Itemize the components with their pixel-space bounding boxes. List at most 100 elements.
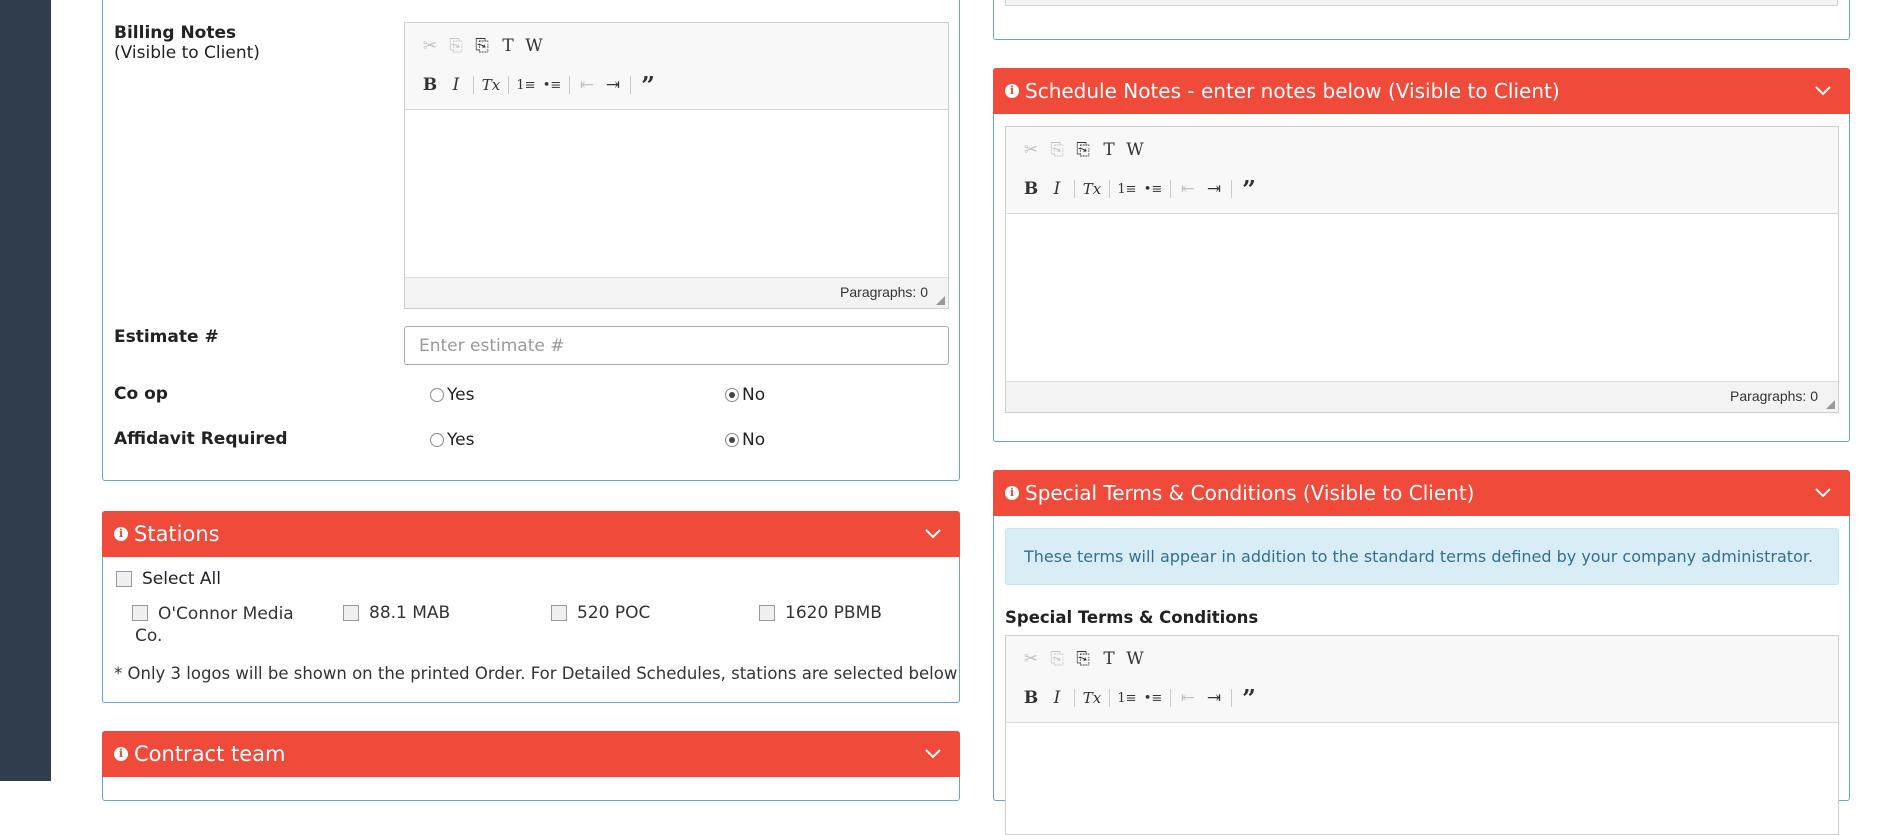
toolbar-separator [1231, 180, 1232, 198]
special-terms-panel: i Special Terms & Conditions (Visible to… [993, 470, 1850, 835]
numbered-list-icon[interactable]: 1≡ [1114, 177, 1140, 201]
blockquote-icon[interactable]: ” [1236, 684, 1262, 713]
affidavit-label: Affidavit Required [114, 429, 288, 449]
toolbar-row-clipboard: ✂ ⎘ ⎘ T W [1018, 647, 1148, 671]
indent-icon[interactable]: ⇥ [600, 73, 626, 97]
outdent-icon[interactable]: ⇤ [1175, 686, 1201, 710]
italic-icon[interactable]: I [1044, 177, 1070, 201]
italic-icon[interactable]: I [1044, 686, 1070, 710]
toolbar-row-format: B I Tx 1≡ •≡ ⇤ ⇥ ” [417, 71, 661, 100]
billing-notes-sublabel: (Visible to Client) [114, 43, 260, 63]
toolbar-separator [569, 76, 570, 94]
toolbar-separator [1109, 180, 1110, 198]
contract-team-panel: i Contract team [102, 731, 960, 801]
radio-circle [430, 388, 444, 402]
coop-yes-label: Yes [447, 385, 475, 405]
billing-notes-label-text: Billing Notes [114, 23, 237, 43]
paste-word-icon[interactable]: W [1122, 138, 1148, 162]
numbered-list-icon[interactable]: 1≡ [1114, 686, 1140, 710]
billing-notes-label: Billing Notes (Visible to Client) [114, 23, 260, 63]
paste-word-icon[interactable]: W [1122, 647, 1148, 671]
bulleted-list-icon[interactable]: •≡ [1140, 177, 1166, 201]
paste-icon[interactable]: ⎘ [1070, 138, 1096, 162]
toolbar-separator [508, 76, 509, 94]
affidavit-yes-radio[interactable]: Yes [430, 430, 474, 450]
bulleted-list-icon[interactable]: •≡ [539, 73, 565, 97]
app-sidebar [0, 0, 51, 781]
blockquote-icon[interactable]: ” [635, 71, 661, 100]
toolbar-separator [1231, 689, 1232, 707]
schedule-notes-header[interactable]: i Schedule Notes - enter notes below (Vi… [993, 68, 1850, 114]
cut-icon[interactable]: ✂ [417, 34, 443, 58]
station-item[interactable]: 520 POC [551, 603, 650, 623]
station-item[interactable]: O'Connor Media Co. [132, 603, 302, 647]
toolbar-separator [1074, 689, 1075, 707]
station-item[interactable]: 1620 PBMB [759, 603, 882, 623]
paragraph-count: Paragraphs: 0 [840, 284, 928, 300]
paste-text-icon[interactable]: T [1096, 647, 1122, 671]
chevron-down-icon[interactable] [1814, 485, 1832, 499]
cut-icon[interactable]: ✂ [1018, 138, 1044, 162]
special-terms-info-alert: These terms will appear in addition to t… [1005, 528, 1839, 585]
bold-icon[interactable]: B [1018, 177, 1044, 201]
checkbox-box [759, 605, 775, 621]
contract-team-header[interactable]: i Contract team [102, 731, 960, 777]
schedule-notes-editor[interactable]: ✂ ⎘ ⎘ T W B I Tx 1≡ •≡ ⇤ ⇥ ” Paragraphs:… [1005, 126, 1839, 413]
info-icon: i [114, 747, 128, 761]
copy-icon[interactable]: ⎘ [443, 34, 469, 58]
toolbar-separator [473, 76, 474, 94]
station-item[interactable]: 88.1 MAB [343, 603, 450, 623]
resize-grip-icon[interactable] [1826, 400, 1835, 409]
paste-text-icon[interactable]: T [495, 34, 521, 58]
paste-word-icon[interactable]: W [521, 34, 547, 58]
chevron-down-icon[interactable] [924, 746, 942, 760]
billing-notes-editor[interactable]: ✂ ⎘ ⎘ T W B I Tx 1≡ •≡ ⇤ ⇥ ” Paragraphs:… [404, 22, 949, 309]
indent-icon[interactable]: ⇥ [1201, 686, 1227, 710]
special-terms-header[interactable]: i Special Terms & Conditions (Visible to… [993, 470, 1850, 516]
toolbar-row-clipboard: ✂ ⎘ ⎘ T W [1018, 138, 1148, 162]
numbered-list-icon[interactable]: 1≡ [513, 73, 539, 97]
radio-circle-selected [725, 433, 739, 447]
copy-icon[interactable]: ⎘ [1044, 647, 1070, 671]
coop-no-radio[interactable]: No [725, 385, 765, 405]
italic-icon[interactable]: I [443, 73, 469, 97]
chevron-down-icon[interactable] [1814, 83, 1832, 97]
blockquote-icon[interactable]: ” [1236, 175, 1262, 204]
cut-icon[interactable]: ✂ [1018, 647, 1044, 671]
select-all-label: Select All [142, 569, 221, 589]
special-terms-title: Special Terms & Conditions (Visible to C… [1025, 481, 1475, 505]
toolbar-row-clipboard: ✂ ⎘ ⎘ T W [417, 34, 547, 58]
remove-format-icon[interactable]: Tx [1079, 686, 1105, 710]
bulleted-list-icon[interactable]: •≡ [1140, 686, 1166, 710]
bold-icon[interactable]: B [1018, 686, 1044, 710]
affidavit-no-radio[interactable]: No [725, 430, 765, 450]
stations-header[interactable]: i Stations [102, 511, 960, 557]
estimate-input[interactable] [404, 326, 949, 365]
toolbar-separator [1170, 180, 1171, 198]
resize-grip-icon[interactable] [936, 296, 945, 305]
chevron-down-icon[interactable] [924, 526, 942, 540]
estimate-label: Estimate # [114, 327, 219, 347]
paste-text-icon[interactable]: T [1096, 138, 1122, 162]
remove-format-icon[interactable]: Tx [1079, 177, 1105, 201]
schedule-notes-title: Schedule Notes - enter notes below (Visi… [1025, 79, 1560, 103]
station-label: 88.1 MAB [369, 603, 451, 623]
coop-yes-radio[interactable]: Yes [430, 385, 474, 405]
toolbar-separator [1074, 180, 1075, 198]
remove-format-icon[interactable]: Tx [478, 73, 504, 97]
toolbar-separator [1109, 689, 1110, 707]
toolbar-separator [630, 76, 631, 94]
checkbox-box [343, 605, 359, 621]
special-terms-editor[interactable]: ✂ ⎘ ⎘ T W B I Tx 1≡ •≡ ⇤ ⇥ ” [1005, 635, 1839, 835]
copy-icon[interactable]: ⎘ [1044, 138, 1070, 162]
indent-icon[interactable]: ⇥ [1201, 177, 1227, 201]
paste-icon[interactable]: ⎘ [469, 34, 495, 58]
outdent-icon[interactable]: ⇤ [574, 73, 600, 97]
editor-statusbar: Paragraphs: 0 [1006, 381, 1838, 412]
paste-icon[interactable]: ⎘ [1070, 647, 1096, 671]
select-all-checkbox[interactable]: Select All [116, 569, 221, 589]
editor-toolbar: ✂ ⎘ ⎘ T W B I Tx 1≡ •≡ ⇤ ⇥ ” [1006, 636, 1838, 723]
bold-icon[interactable]: B [417, 73, 443, 97]
outdent-icon[interactable]: ⇤ [1175, 177, 1201, 201]
checkbox-box [116, 571, 132, 587]
